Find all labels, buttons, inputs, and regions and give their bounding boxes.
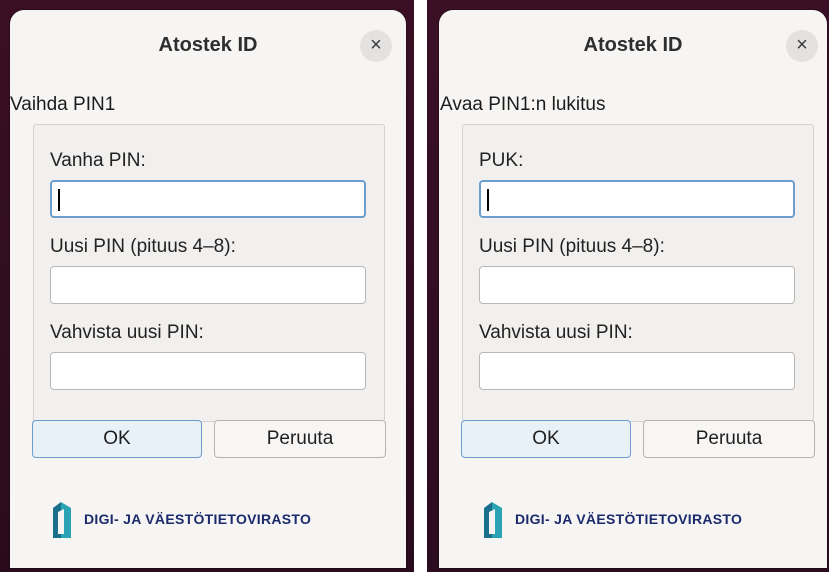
dvv-logo-icon (53, 502, 71, 538)
cancel-button[interactable]: Peruuta (643, 420, 815, 458)
old-pin-input[interactable] (50, 180, 366, 218)
text-caret (58, 189, 60, 211)
puk-label: PUK: (479, 150, 524, 171)
confirm-pin-input[interactable] (479, 352, 795, 390)
ok-button[interactable]: OK (461, 420, 631, 458)
dialog-title: Atostek ID (583, 34, 683, 56)
confirm-pin-label: Vahvista uusi PIN: (50, 322, 204, 343)
logo-text: DIGI- JA VÄESTÖTIETOVIRASTO (84, 511, 312, 527)
new-pin-input[interactable] (50, 266, 366, 304)
titlebar[interactable]: Atostek ID × (10, 10, 406, 76)
text-caret (487, 189, 489, 211)
new-pin-label: Uusi PIN (pituus 4–8): (50, 236, 236, 257)
new-pin-label: Uusi PIN (pituus 4–8): (479, 236, 665, 257)
dialog-heading: Vaihda PIN1 (10, 94, 116, 115)
ok-button[interactable]: OK (32, 420, 202, 458)
close-icon[interactable]: × (360, 30, 392, 62)
puk-input[interactable] (479, 180, 795, 218)
new-pin-input[interactable] (479, 266, 795, 304)
old-pin-label: Vanha PIN: (50, 150, 146, 171)
dvv-logo-icon (484, 502, 502, 538)
confirm-pin-input[interactable] (50, 352, 366, 390)
titlebar[interactable]: Atostek ID × (439, 10, 827, 76)
dialog-heading: Avaa PIN1:n lukitus (440, 94, 606, 115)
unlock-pin-dialog: Atostek ID × Avaa PIN1:n lukitus PUK: Uu… (439, 10, 827, 568)
change-pin-dialog: Atostek ID × Vaihda PIN1 Vanha PIN: Uusi… (10, 10, 406, 568)
cancel-button[interactable]: Peruuta (214, 420, 386, 458)
logo-text: DIGI- JA VÄESTÖTIETOVIRASTO (515, 511, 743, 527)
dialog-title: Atostek ID (158, 34, 258, 56)
confirm-pin-label: Vahvista uusi PIN: (479, 322, 633, 343)
close-icon[interactable]: × (786, 30, 818, 62)
